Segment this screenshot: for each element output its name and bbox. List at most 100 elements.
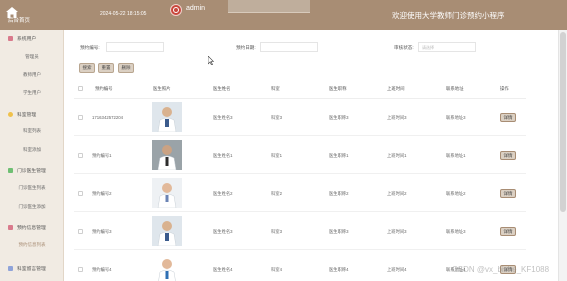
- review-status-label: 审核状态:: [394, 45, 414, 50]
- home-label: 后台首页: [8, 18, 31, 24]
- current-datetime: 2024-05-22 18:15:05: [100, 11, 147, 17]
- sidebar-item-doctor-add[interactable]: 门诊医生添加: [0, 204, 64, 210]
- department-cell: 科室3: [271, 115, 282, 120]
- column-header-address: 联系地址: [446, 86, 464, 91]
- work-time-cell: 上班时间3: [387, 229, 407, 234]
- sidebar-item-admin[interactable]: 管理员: [0, 54, 64, 60]
- department-cell: 科室4: [271, 267, 282, 272]
- detail-button[interactable]: 详情: [500, 227, 516, 236]
- doctor-title-cell: 医生职称4: [329, 267, 349, 272]
- sidebar-group-messages[interactable]: 科室留言管理: [8, 263, 46, 273]
- sidebar-item-department-add[interactable]: 科室添加: [0, 147, 64, 153]
- sidebar-group-label: 预约信息管理: [17, 225, 46, 231]
- page-title: 欢迎使用大学教师门诊预约小程序: [392, 11, 505, 20]
- column-header-appointment-number: 预约编号: [95, 86, 113, 91]
- vertical-scrollbar[interactable]: [558, 30, 567, 281]
- sidebar-group-label: 科室管理: [17, 112, 37, 118]
- message-icon: [8, 265, 13, 271]
- work-time-cell: 上班时间1: [387, 153, 407, 158]
- address-cell: 联系地址3: [446, 115, 466, 120]
- calendar-icon: [8, 224, 13, 230]
- doctor-title-cell: 医生职称3: [329, 115, 349, 120]
- mouse-cursor-icon: [208, 56, 214, 65]
- row-checkbox[interactable]: [78, 267, 83, 272]
- table-row: 预约编号3 医生姓名3 科室3 医生职称3 上班时间3 联系地址3 详情: [74, 213, 526, 250]
- doctor-photo: [152, 216, 182, 246]
- sidebar-item-teacher-users[interactable]: 教师用户: [0, 72, 64, 78]
- appointment-number-cell: 预约编号3: [92, 229, 112, 234]
- detail-button[interactable]: 详情: [500, 113, 516, 122]
- sidebar-item-doctor-list[interactable]: 门诊医生列表: [0, 185, 64, 191]
- top-header: 后台首页 2024-05-22 18:15:05 admin 欢迎使用大学教师门…: [0, 0, 567, 30]
- detail-button[interactable]: 详情: [500, 189, 516, 198]
- appointment-number-cell: 1716342572204: [92, 115, 124, 120]
- work-time-cell: 上班时间3: [387, 115, 407, 120]
- search-button[interactable]: 搜索: [79, 63, 95, 73]
- review-status-select[interactable]: 请选择: [418, 42, 476, 52]
- department-icon: [8, 111, 13, 117]
- doctor-name-cell: 医生姓名3: [213, 115, 233, 120]
- address-cell: 联系地址3: [446, 229, 466, 234]
- scrollbar-thumb[interactable]: [560, 32, 566, 212]
- address-cell: 联系地址2: [446, 191, 466, 196]
- user-icon: [173, 7, 179, 13]
- sidebar-item-student-users[interactable]: 学生用户: [0, 90, 64, 96]
- doctor-name-cell: 医生姓名3: [213, 229, 233, 234]
- doctor-icon: [8, 167, 13, 173]
- column-header-actions: 操作: [500, 86, 509, 91]
- users-icon: [8, 35, 13, 41]
- doctor-title-cell: 医生职称1: [329, 153, 349, 158]
- column-header-department: 科室: [271, 86, 280, 91]
- sidebar-group-system-users[interactable]: 系统用户: [8, 33, 36, 43]
- department-cell: 科室3: [271, 229, 282, 234]
- reset-button[interactable]: 重置: [98, 63, 114, 73]
- work-time-cell: 上班时间2: [387, 191, 407, 196]
- sidebar-group-doctors[interactable]: 门诊医生管理: [8, 165, 46, 175]
- review-status-placeholder: 请选择: [422, 45, 434, 50]
- department-cell: 科室2: [271, 191, 282, 196]
- department-cell: 科室1: [271, 153, 282, 158]
- username[interactable]: admin: [186, 5, 205, 12]
- delete-button[interactable]: 删除: [118, 63, 134, 73]
- row-checkbox[interactable]: [78, 153, 83, 158]
- home-button[interactable]: 后台首页: [2, 4, 50, 26]
- table-row: 1716342572204 医生姓名3 科室3 医生职称3 上班时间3 联系地址…: [74, 99, 526, 136]
- column-header-doctor-title: 医生职称: [329, 86, 347, 91]
- doctor-photo: [152, 102, 182, 132]
- appointment-number-input[interactable]: [106, 42, 164, 52]
- row-checkbox[interactable]: [78, 229, 83, 234]
- doctor-photo: [152, 140, 182, 170]
- watermark: CSDN @vx_bishe_KF1088: [452, 265, 550, 274]
- detail-button[interactable]: 详情: [500, 151, 516, 160]
- row-checkbox[interactable]: [78, 115, 83, 120]
- doctor-title-cell: 医生职称2: [329, 191, 349, 196]
- address-cell: 联系地址1: [446, 153, 466, 158]
- appointment-number-cell: 预约编号2: [92, 191, 112, 196]
- doctor-name-cell: 医生姓名1: [213, 153, 233, 158]
- doctor-title-cell: 医生职称3: [329, 229, 349, 234]
- select-all-checkbox[interactable]: [78, 86, 83, 91]
- sidebar-group-appointments[interactable]: 预约信息管理: [8, 222, 46, 232]
- sidebar: 系统用户 管理员 教师用户 学生用户 科室管理 科室列表 科室添加 门诊医生管理…: [0, 30, 64, 281]
- sidebar-group-departments[interactable]: 科室管理: [8, 109, 36, 119]
- column-header-work-time: 上班时间: [387, 86, 405, 91]
- doctor-photo: [152, 254, 182, 281]
- column-header-doctor-name: 医生姓名: [213, 86, 231, 91]
- sidebar-item-department-list[interactable]: 科室列表: [0, 128, 64, 134]
- sidebar-item-appointment-list[interactable]: 预约信息列表: [0, 242, 64, 248]
- table-row: 预约编号1 医生姓名1 科室1 医生职称1 上班时间1 联系地址1 详情: [74, 137, 526, 174]
- sidebar-group-label: 科室留言管理: [17, 266, 46, 272]
- top-tab-strip: [228, 0, 310, 13]
- table-row: 预约编号2 医生姓名2 科室2 医生职称2 上班时间2 联系地址2 详情: [74, 175, 526, 212]
- appointment-number-label: 预约编号:: [80, 45, 100, 50]
- doctor-name-cell: 医生姓名4: [213, 267, 233, 272]
- appointment-date-label: 预约日期:: [236, 45, 256, 50]
- appointment-number-cell: 预约编号4: [92, 267, 112, 272]
- doctor-name-cell: 医生姓名2: [213, 191, 233, 196]
- appointment-number-cell: 预约编号1: [92, 153, 112, 158]
- sidebar-group-label: 门诊医生管理: [17, 168, 46, 174]
- row-checkbox[interactable]: [78, 191, 83, 196]
- avatar[interactable]: [170, 4, 182, 16]
- doctor-photo: [152, 178, 182, 208]
- appointment-date-input[interactable]: [260, 42, 318, 52]
